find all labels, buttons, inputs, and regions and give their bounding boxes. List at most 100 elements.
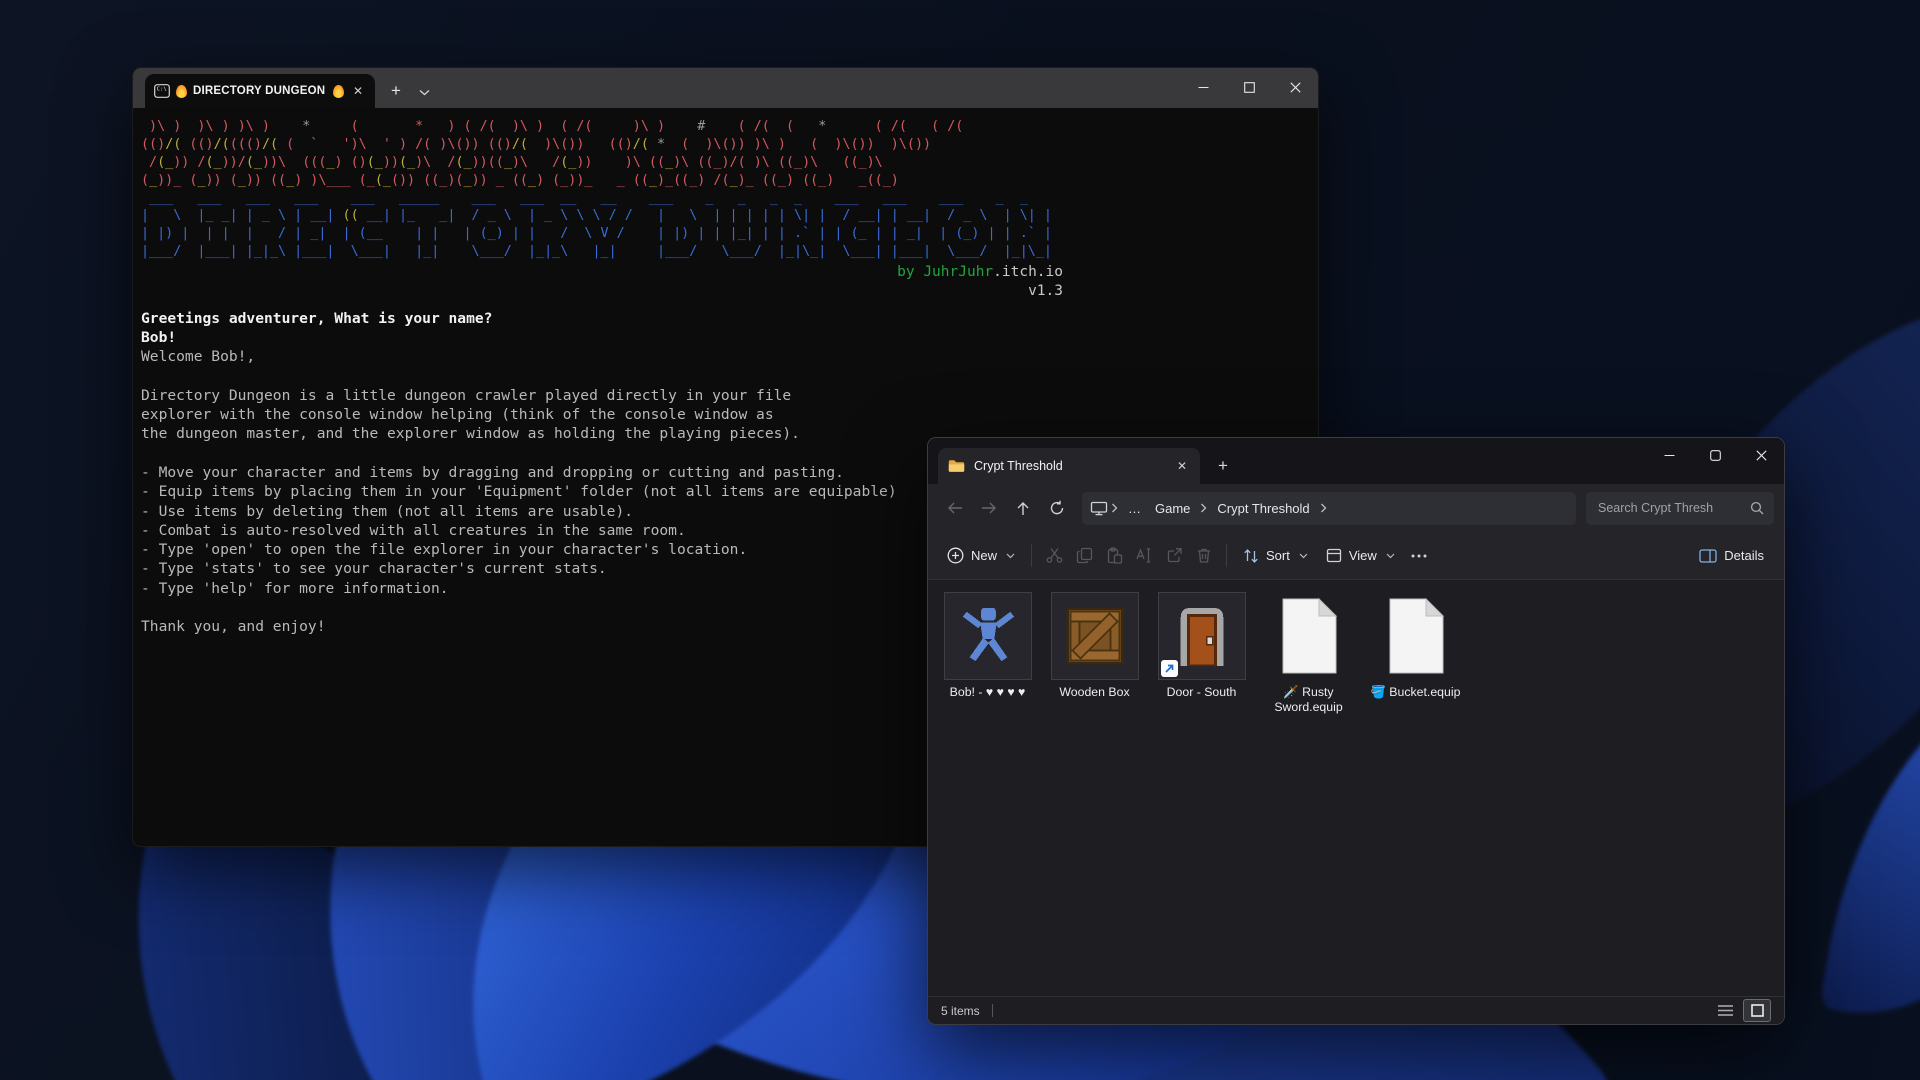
breadcrumb[interactable]: … Game Crypt Threshold	[1082, 492, 1576, 525]
forward-button[interactable]	[972, 491, 1006, 525]
bob-folder-tile[interactable]	[944, 592, 1032, 680]
terminal-tab-dropdown-icon[interactable]	[419, 88, 430, 99]
terminal-window-controls	[1180, 68, 1318, 106]
explorer-minimize-button[interactable]	[1646, 438, 1692, 472]
explorer-maximize-button[interactable]	[1692, 438, 1738, 472]
view-button[interactable]: View	[1317, 539, 1404, 573]
share-icon[interactable]	[1159, 539, 1189, 573]
game-version: v1.3	[1028, 283, 1063, 299]
terminal-titlebar[interactable]: C:\ DIRECTORY DUNGEON ✕ +	[133, 68, 1318, 108]
toolbar-divider	[1031, 544, 1032, 567]
file-label: 🗡️ Rusty Sword.equip	[1256, 685, 1362, 715]
explorer-tab-strip[interactable]: Crypt Threshold ✕ +	[928, 438, 1784, 484]
sort-button[interactable]: Sort	[1234, 539, 1317, 573]
terminal-tab-close-icon[interactable]: ✕	[350, 83, 366, 99]
explorer-navigation-bar: … Game Crypt Threshold	[928, 484, 1784, 532]
shortcut-arrow-icon	[1164, 663, 1175, 674]
cmd-icon: C:\	[154, 84, 170, 98]
explorer-command-bar: New	[928, 532, 1784, 580]
terminal-minimize-button[interactable]	[1180, 68, 1226, 106]
search-input[interactable]	[1596, 500, 1750, 516]
terminal-new-tab-button[interactable]: +	[391, 81, 401, 101]
new-button-label: New	[971, 548, 997, 563]
details-pane-icon	[1699, 549, 1717, 563]
view-mode-toggles	[1712, 999, 1771, 1022]
door-icon	[1174, 606, 1230, 666]
details-pane-button[interactable]: Details	[1689, 548, 1774, 563]
explorer-window-controls	[1646, 438, 1784, 472]
sort-button-label: Sort	[1266, 548, 1290, 563]
file-item-bucket[interactable]: 🪣 Bucket.equip	[1362, 592, 1469, 700]
credit-author: by JuhrJuhr	[897, 264, 993, 280]
explorer-close-button[interactable]	[1738, 438, 1784, 472]
terminal-tab[interactable]: C:\ DIRECTORY DUNGEON ✕	[145, 74, 375, 108]
chevron-right-icon[interactable]	[1317, 503, 1330, 513]
wooden-box-tile[interactable]	[1051, 592, 1139, 680]
explorer-tab[interactable]: Crypt Threshold ✕	[938, 448, 1200, 484]
terminal-close-button[interactable]	[1272, 68, 1318, 106]
file-label: Door - South	[1167, 685, 1237, 700]
document-icon	[1279, 598, 1339, 674]
terminal-maximize-button[interactable]	[1226, 68, 1272, 106]
document-icon-wrap[interactable]	[1372, 592, 1460, 680]
breadcrumb-ellipsis[interactable]: …	[1121, 501, 1148, 516]
file-item-bob[interactable]: Bob! - ♥ ♥ ♥ ♥	[934, 592, 1041, 700]
refresh-button[interactable]	[1040, 491, 1074, 525]
item-count: 5 items	[941, 1004, 980, 1018]
explorer-status-bar: 5 items	[928, 996, 1784, 1024]
explorer-tab-close-icon[interactable]: ✕	[1174, 458, 1190, 474]
game-credit: by JuhrJuhr.itch.io v1.3	[141, 263, 1063, 301]
document-icon	[1386, 598, 1446, 674]
chevron-right-icon[interactable]	[1197, 503, 1210, 513]
toolbar-divider	[1226, 544, 1227, 567]
shortcut-arrow-overlay	[1161, 660, 1178, 677]
file-item-door-south[interactable]: Door - South	[1148, 592, 1255, 700]
credit-site: .itch.io	[993, 264, 1063, 280]
chevron-down-icon	[1006, 553, 1015, 559]
details-button-label: Details	[1724, 548, 1764, 563]
more-options-icon[interactable]	[1404, 539, 1434, 573]
up-button[interactable]	[1006, 491, 1040, 525]
file-label: Wooden Box	[1059, 685, 1129, 700]
explorer-tab-title: Crypt Threshold	[974, 459, 1165, 473]
file-label: Bob! - ♥ ♥ ♥ ♥	[950, 685, 1026, 700]
new-button[interactable]: New	[938, 539, 1024, 573]
door-south-tile[interactable]	[1158, 592, 1246, 680]
svg-text:C:\: C:\	[157, 87, 167, 93]
search-box[interactable]	[1586, 492, 1774, 525]
explorer-window: Crypt Threshold ✕ +	[927, 437, 1785, 1025]
explorer-file-grid[interactable]: Bob! - ♥ ♥ ♥ ♥ Wooden Box	[928, 580, 1784, 996]
details-view-toggle[interactable]	[1712, 1000, 1738, 1021]
explorer-new-tab-button[interactable]: +	[1218, 456, 1228, 476]
large-icons-view-toggle[interactable]	[1743, 999, 1771, 1022]
sort-icon	[1243, 548, 1259, 564]
desktop: C:\ DIRECTORY DUNGEON ✕ +	[0, 0, 1920, 1080]
ascii-art-directory-dungeon: )\ ) )\ ) )\ ) * ( * ) ( /( )\ ) ( /( )\…	[141, 118, 1318, 261]
paste-icon[interactable]	[1099, 539, 1129, 573]
cut-icon[interactable]	[1039, 539, 1069, 573]
file-item-rusty-sword[interactable]: 🗡️ Rusty Sword.equip	[1255, 592, 1362, 715]
file-label: 🪣 Bucket.equip	[1371, 685, 1461, 700]
folder-icon	[948, 459, 965, 473]
chevron-down-icon	[1386, 553, 1395, 559]
copy-icon[interactable]	[1069, 539, 1099, 573]
rename-icon[interactable]	[1129, 539, 1159, 573]
chevron-down-icon	[1299, 553, 1308, 559]
back-button[interactable]	[938, 491, 972, 525]
terminal-tab-title: DIRECTORY DUNGEON	[193, 85, 327, 97]
view-icon	[1326, 548, 1342, 563]
chevron-right-icon	[1108, 503, 1121, 513]
search-icon[interactable]	[1750, 501, 1764, 515]
view-button-label: View	[1349, 548, 1377, 563]
wooden-crate-icon	[1066, 607, 1124, 665]
plus-circle-icon	[947, 547, 964, 564]
file-item-wooden-box[interactable]: Wooden Box	[1041, 592, 1148, 700]
delete-icon[interactable]	[1189, 539, 1219, 573]
breadcrumb-item-crypt-threshold[interactable]: Crypt Threshold	[1210, 501, 1316, 516]
bob-character-icon	[957, 607, 1019, 665]
flame-icon	[176, 85, 187, 98]
status-divider	[992, 1004, 993, 1017]
breadcrumb-item-game[interactable]: Game	[1148, 501, 1197, 516]
this-pc-icon[interactable]	[1090, 501, 1108, 516]
document-icon-wrap[interactable]	[1265, 592, 1353, 680]
